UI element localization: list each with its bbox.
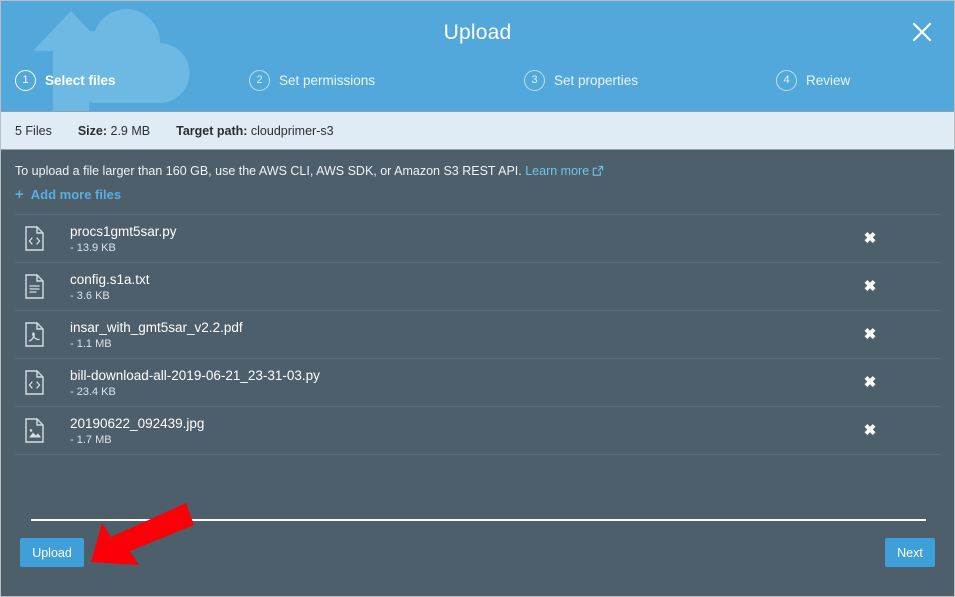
file-count: 5 Files — [15, 123, 52, 138]
close-button[interactable] — [904, 14, 940, 50]
image-file-icon — [17, 418, 51, 443]
file-size: - 13.9 KB — [70, 241, 116, 254]
file-size: - 3.6 KB — [70, 289, 110, 302]
external-link-icon[interactable] — [592, 165, 604, 177]
remove-file-button[interactable]: ✖ — [859, 372, 881, 394]
step-set-permissions[interactable]: 2 Set permissions — [249, 63, 375, 97]
file-name: procs1gmt5sar.py — [70, 223, 177, 239]
remove-file-button[interactable]: ✖ — [859, 324, 881, 346]
summary-bar: 5 Files Size: 2.9 MB Target path: cloudp… — [1, 111, 954, 150]
file-size: - 23.4 KB — [70, 385, 116, 398]
size-value: 2.9 MB — [110, 123, 151, 138]
upload-button[interactable]: Upload — [20, 538, 84, 567]
upload-dialog: Upload 1 Select files 2 Set permissions … — [0, 0, 955, 597]
add-more-files-label: Add more files — [30, 187, 122, 202]
file-name: config.s1a.txt — [70, 271, 150, 287]
step-label: Select files — [45, 72, 116, 88]
step-label: Review — [806, 72, 851, 88]
target-path-label: Target path: — [176, 123, 248, 138]
code-file-icon — [17, 226, 51, 251]
file-info: config.s1a.txt - 3.6 KB — [70, 272, 150, 302]
table-row: procs1gmt5sar.py - 13.9 KB ✖ — [15, 215, 940, 263]
size-limit-notice: To upload a file larger than 160 GB, use… — [15, 150, 940, 178]
step-set-properties[interactable]: 3 Set properties — [524, 63, 638, 97]
file-info: 20190622_092439.jpg - 1.7 MB — [70, 416, 204, 446]
plus-icon: + — [15, 186, 24, 203]
remove-file-button[interactable]: ✖ — [859, 276, 881, 298]
file-name: insar_with_gmt5sar_v2.2.pdf — [70, 319, 243, 335]
step-number: 3 — [524, 69, 545, 91]
table-row: config.s1a.txt - 3.6 KB ✖ — [15, 263, 940, 311]
step-label: Set permissions — [279, 72, 376, 88]
file-info: insar_with_gmt5sar_v2.2.pdf - 1.1 MB — [70, 320, 243, 350]
footer-divider — [31, 519, 926, 521]
file-size: - 1.1 MB — [70, 337, 112, 350]
close-icon — [912, 22, 932, 42]
table-row: 20190622_092439.jpg - 1.7 MB ✖ — [15, 407, 940, 455]
step-indicator: 1 Select files 2 Set permissions 3 Set p… — [1, 63, 954, 97]
step-number: 1 — [15, 69, 36, 91]
target-path-value: cloudprimer-s3 — [250, 123, 334, 138]
remove-file-button[interactable]: ✖ — [859, 420, 881, 442]
dialog-footer: Upload Next — [1, 519, 954, 596]
file-name: bill-download-all-2019-06-21_23-31-03.py — [70, 367, 320, 383]
learn-more-link[interactable]: Learn more — [525, 164, 589, 178]
next-button[interactable]: Next — [885, 538, 935, 567]
page-title: Upload — [443, 21, 512, 44]
file-size: - 1.7 MB — [70, 433, 112, 446]
dialog-header: Upload 1 Select files 2 Set permissions … — [1, 1, 954, 111]
step-review[interactable]: 4 Review — [776, 63, 850, 97]
table-row: bill-download-all-2019-06-21_23-31-03.py… — [15, 359, 940, 407]
target-path: Target path: cloudprimer-s3 — [176, 124, 333, 138]
notice-text: To upload a file larger than 160 GB, use… — [15, 164, 522, 178]
step-label: Set properties — [554, 72, 639, 88]
table-row: insar_with_gmt5sar_v2.2.pdf - 1.1 MB ✖ — [15, 311, 940, 359]
size-label: Size: — [77, 123, 108, 138]
total-size: Size: 2.9 MB — [78, 124, 150, 138]
file-info: procs1gmt5sar.py - 13.9 KB — [70, 224, 177, 254]
text-file-icon — [17, 274, 51, 299]
step-number: 4 — [776, 69, 797, 91]
pdf-file-icon — [17, 322, 51, 347]
file-info: bill-download-all-2019-06-21_23-31-03.py… — [70, 368, 320, 398]
step-number: 2 — [249, 69, 270, 91]
file-list: procs1gmt5sar.py - 13.9 KB ✖ config.s1a.… — [15, 214, 940, 455]
code-file-icon — [17, 370, 51, 395]
add-more-files-button[interactable]: + Add more files — [15, 187, 121, 202]
remove-file-button[interactable]: ✖ — [859, 228, 881, 250]
step-select-files[interactable]: 1 Select files — [15, 63, 116, 97]
file-name: 20190622_092439.jpg — [70, 415, 205, 431]
